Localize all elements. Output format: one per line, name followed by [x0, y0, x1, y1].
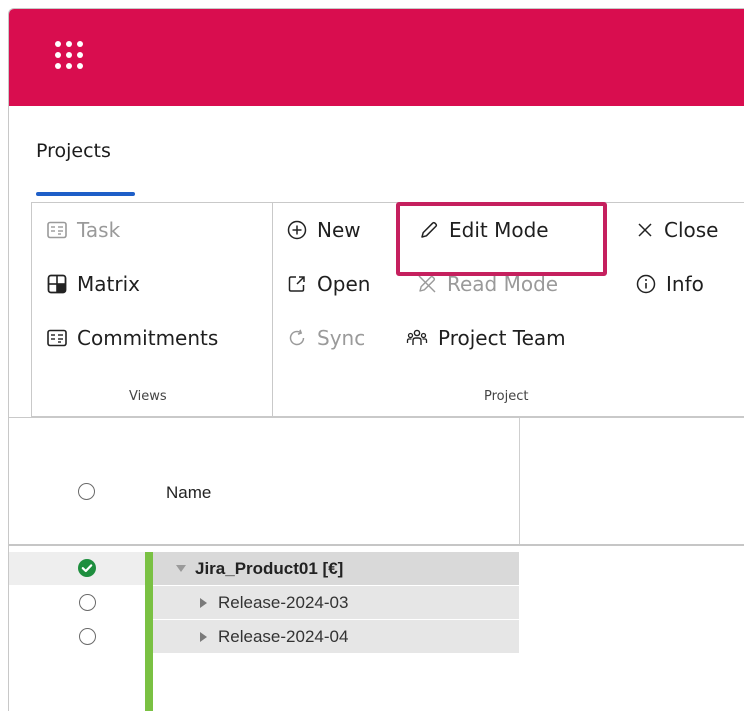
row-name-cell: Release-2024-04 — [153, 620, 519, 653]
expanded-caret-icon[interactable] — [176, 565, 186, 572]
row-select-cell — [9, 620, 145, 653]
table-row[interactable]: Jira_Product01 [€] — [9, 552, 744, 585]
table-row[interactable]: Release-2024-03 — [9, 586, 744, 619]
commitments-view-button[interactable]: Commitments — [47, 322, 218, 354]
read-mode-label: Read Mode — [447, 272, 559, 296]
commitments-icon — [47, 329, 67, 347]
open-external-icon — [288, 276, 305, 292]
header-separator — [9, 544, 744, 546]
selected-check-icon[interactable] — [78, 559, 96, 577]
views-group-label: Views — [129, 389, 167, 404]
row-select-cell — [9, 586, 145, 619]
row-select-radio[interactable] — [79, 594, 96, 611]
project-grid: Name Jira_Product01 [€] Release-2024-03 … — [9, 417, 744, 711]
collapsed-caret-icon[interactable] — [200, 631, 207, 642]
row-name-cell: Release-2024-03 — [153, 586, 519, 619]
sync-label: Sync — [317, 326, 366, 350]
close-project-label: Close — [664, 218, 719, 242]
add-circle-icon — [287, 220, 307, 240]
sync-button[interactable]: Sync — [287, 322, 365, 354]
row-select-radio[interactable] — [79, 628, 96, 645]
row-name: Release-2024-03 — [218, 592, 349, 612]
matrix-view-button[interactable]: Matrix — [47, 268, 140, 300]
column-divider — [519, 418, 520, 544]
project-team-label: Project Team — [438, 326, 566, 350]
info-label: Info — [666, 272, 704, 296]
select-all-radio[interactable] — [78, 483, 95, 500]
close-project-button[interactable]: Close — [636, 214, 718, 246]
top-bar — [9, 9, 744, 106]
app-window: Projects Task Matrix Commitments Views N… — [8, 8, 744, 711]
team-icon — [406, 329, 428, 345]
new-project-button[interactable]: New — [287, 214, 361, 246]
collapsed-caret-icon[interactable] — [200, 597, 207, 608]
pencil-icon — [421, 221, 438, 238]
name-column-header[interactable]: Name — [166, 483, 211, 503]
close-icon — [638, 223, 652, 237]
info-icon — [636, 274, 656, 294]
ribbon-toolbar: Task Matrix Commitments Views New Edit M… — [31, 202, 744, 417]
task-view-label: Task — [77, 218, 121, 242]
ribbon-group-divider — [272, 203, 273, 416]
read-mode-button[interactable]: Read Mode — [417, 268, 558, 300]
task-board-icon — [47, 221, 67, 239]
tab-projects[interactable]: Projects — [36, 140, 111, 162]
row-name: Jira_Product01 [€] — [195, 558, 344, 578]
sync-icon — [289, 329, 305, 346]
table-row[interactable]: Release-2024-04 — [9, 620, 744, 653]
app-launcher-icon[interactable] — [54, 40, 84, 70]
row-name: Release-2024-04 — [218, 626, 349, 646]
active-tab-indicator — [36, 192, 135, 196]
tab-row: Projects — [9, 106, 744, 202]
task-view-button[interactable]: Task — [47, 214, 120, 246]
edit-mode-label: Edit Mode — [449, 218, 549, 242]
matrix-icon — [47, 274, 67, 294]
project-team-button[interactable]: Project Team — [406, 322, 566, 354]
open-project-button[interactable]: Open — [287, 268, 370, 300]
matrix-view-label: Matrix — [77, 272, 140, 296]
edit-mode-button[interactable]: Edit Mode — [419, 214, 549, 246]
commitments-view-label: Commitments — [77, 326, 219, 350]
new-project-label: New — [317, 218, 361, 242]
open-project-label: Open — [317, 272, 371, 296]
row-name-cell: Jira_Product01 [€] — [153, 552, 519, 585]
row-select-cell — [9, 552, 145, 585]
info-button[interactable]: Info — [636, 268, 704, 300]
project-group-label: Project — [484, 389, 529, 404]
pencil-off-icon — [418, 275, 436, 293]
